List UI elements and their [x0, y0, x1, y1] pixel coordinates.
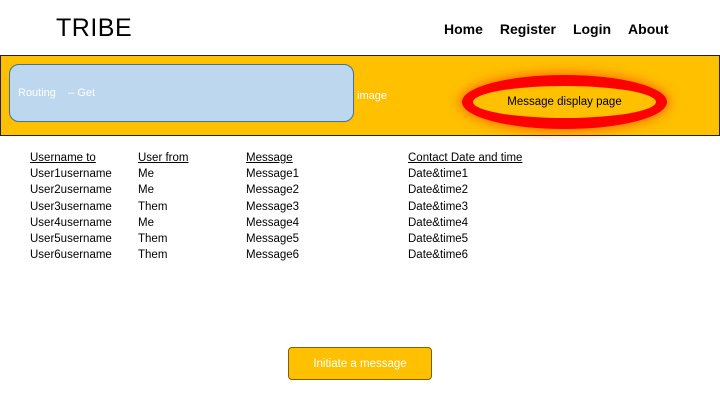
- table-row[interactable]: User3username Them Message3 Date&time3: [28, 199, 550, 215]
- column-header-contact-date-time: Contact Date and time: [408, 152, 523, 165]
- cell-username-to: User1username: [30, 168, 112, 181]
- cell-date-time: Date&time5: [408, 233, 469, 246]
- nav-register[interactable]: Register: [500, 21, 556, 37]
- cell-date-time: Date&time2: [408, 184, 469, 197]
- table-row[interactable]: User4username Me Message4 Date&time4: [28, 215, 550, 231]
- site-logo[interactable]: TRIBE: [56, 14, 132, 43]
- cell-message: Message4: [246, 216, 300, 229]
- cell-date-time: Date&time4: [408, 216, 469, 229]
- cell-message: Message6: [246, 249, 300, 262]
- cell-user-from: Them: [138, 233, 168, 246]
- cell-user-from: Them: [138, 200, 168, 213]
- cell-message: Message3: [246, 200, 300, 213]
- routing-image-placeholder: Routing – Get: [9, 64, 354, 122]
- cell-message: Message2: [246, 184, 300, 197]
- page-title: Message display page: [507, 96, 622, 108]
- column-header-message: Message: [246, 152, 293, 165]
- cell-message: Message5: [246, 233, 300, 246]
- cell-message: Message1: [246, 168, 300, 181]
- cell-username-to: User3username: [30, 200, 112, 213]
- page-title-highlight: Message display page: [462, 75, 667, 129]
- cell-user-from: Me: [138, 216, 154, 229]
- table-header-row: Username to User from Message Contact Da…: [28, 150, 550, 166]
- page-banner: Routing – Get image Message display page: [0, 55, 720, 136]
- cell-date-time: Date&time6: [408, 249, 469, 262]
- cell-username-to: User4username: [30, 216, 112, 229]
- nav-login[interactable]: Login: [573, 21, 611, 37]
- messages-table: Username to User from Message Contact Da…: [28, 150, 550, 263]
- nav-about[interactable]: About: [628, 21, 668, 37]
- column-header-user-from: User from: [138, 152, 189, 165]
- cell-username-to: User5username: [30, 233, 112, 246]
- image-label: image: [357, 90, 387, 102]
- initiate-message-button[interactable]: Initiate a message: [288, 347, 432, 380]
- cell-user-from: Me: [138, 168, 154, 181]
- top-nav: Home Register Login About: [444, 21, 668, 37]
- cell-date-time: Date&time3: [408, 200, 469, 213]
- routing-label: Routing – Get: [18, 87, 96, 99]
- cell-date-time: Date&time1: [408, 168, 469, 181]
- table-row[interactable]: User5username Them Message5 Date&time5: [28, 231, 550, 247]
- cell-user-from: Them: [138, 249, 168, 262]
- cell-username-to: User2username: [30, 184, 112, 197]
- table-row[interactable]: User1username Me Message1 Date&time1: [28, 166, 550, 182]
- table-row[interactable]: User6username Them Message6 Date&time6: [28, 247, 550, 263]
- cell-username-to: User6username: [30, 249, 112, 262]
- table-row[interactable]: User2username Me Message2 Date&time2: [28, 182, 550, 198]
- cell-user-from: Me: [138, 184, 154, 197]
- nav-home[interactable]: Home: [444, 21, 483, 37]
- column-header-username-to: Username to: [30, 152, 96, 165]
